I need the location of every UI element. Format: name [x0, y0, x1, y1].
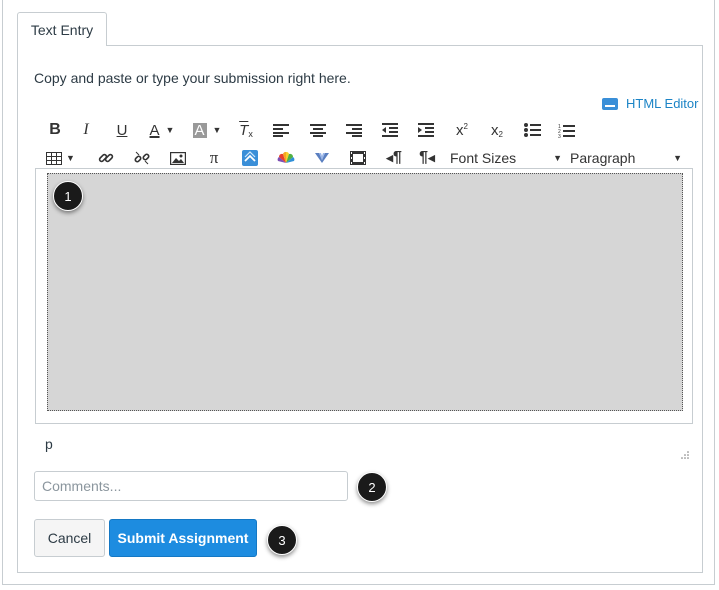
superscript-icon[interactable]: x2: [444, 118, 480, 142]
font-sizes-label: Font Sizes: [450, 150, 517, 166]
callout-2: 2: [357, 472, 387, 502]
numbered-list-icon[interactable]: 123: [550, 118, 582, 142]
chevron-down-icon: ▼: [553, 153, 562, 163]
html-editor-link[interactable]: HTML Editor: [602, 96, 698, 111]
tab-label: Text Entry: [30, 21, 94, 38]
unlink-icon[interactable]: [124, 146, 160, 170]
outdent-icon[interactable]: [372, 118, 408, 142]
underline-icon[interactable]: U: [104, 118, 140, 142]
subscript-icon[interactable]: x2: [480, 118, 514, 142]
table-icon[interactable]: ▼: [46, 146, 88, 170]
image-icon[interactable]: [160, 146, 196, 170]
align-right-icon[interactable]: [336, 118, 372, 142]
bold-icon[interactable]: B: [42, 118, 68, 142]
resize-grip-icon[interactable]: [679, 449, 689, 459]
font-sizes-select[interactable]: Font Sizes ▼: [446, 146, 566, 170]
instructions-text: Copy and paste or type your submission r…: [34, 70, 351, 86]
toolbar-row-2: ▼ π ◀ ¶ ¶ ◀ Font Sizes ▼ Paragraph ▼: [46, 146, 686, 170]
toolbar-row-1: B I U A ▼ A ▼ Tx x2 x2 123: [42, 118, 582, 142]
italic-icon[interactable]: I: [68, 118, 104, 142]
element-path: p: [45, 436, 53, 452]
chevron-down-icon: ▼: [212, 125, 222, 135]
embed-icon[interactable]: [340, 146, 376, 170]
ltr-icon[interactable]: ◀ ¶: [376, 146, 412, 170]
keyboard-icon: [602, 97, 618, 110]
chevron-down-icon: ▼: [165, 125, 175, 135]
rtl-icon[interactable]: ¶ ◀: [412, 146, 442, 170]
link-icon[interactable]: [88, 146, 124, 170]
text-color-icon[interactable]: A ▼: [140, 118, 184, 142]
submit-assignment-button[interactable]: Submit Assignment: [109, 519, 257, 557]
html-editor-label: HTML Editor: [626, 96, 699, 111]
media-icon[interactable]: [268, 146, 304, 170]
callout-3: 3: [267, 525, 297, 555]
align-center-icon[interactable]: [300, 118, 336, 142]
align-left-icon[interactable]: [262, 118, 300, 142]
apps-icon[interactable]: [232, 146, 268, 170]
cancel-button[interactable]: Cancel: [34, 519, 105, 557]
callout-1: 1: [53, 181, 83, 211]
clear-formatting-icon[interactable]: Tx: [230, 118, 262, 142]
bullet-list-icon[interactable]: [514, 118, 550, 142]
svg-text:3: 3: [558, 134, 561, 138]
background-color-icon[interactable]: A ▼: [184, 118, 230, 142]
paragraph-select[interactable]: Paragraph ▼: [566, 146, 686, 170]
video-icon[interactable]: [304, 146, 340, 170]
tab-text-entry[interactable]: Text Entry: [17, 12, 107, 46]
comments-field[interactable]: [34, 471, 348, 501]
math-icon[interactable]: π: [196, 146, 232, 170]
rich-text-editor-area[interactable]: [47, 173, 683, 411]
chevron-down-icon: ▼: [66, 153, 75, 163]
indent-icon[interactable]: [408, 118, 444, 142]
chevron-down-icon: ▼: [673, 153, 682, 163]
paragraph-label: Paragraph: [570, 150, 636, 166]
